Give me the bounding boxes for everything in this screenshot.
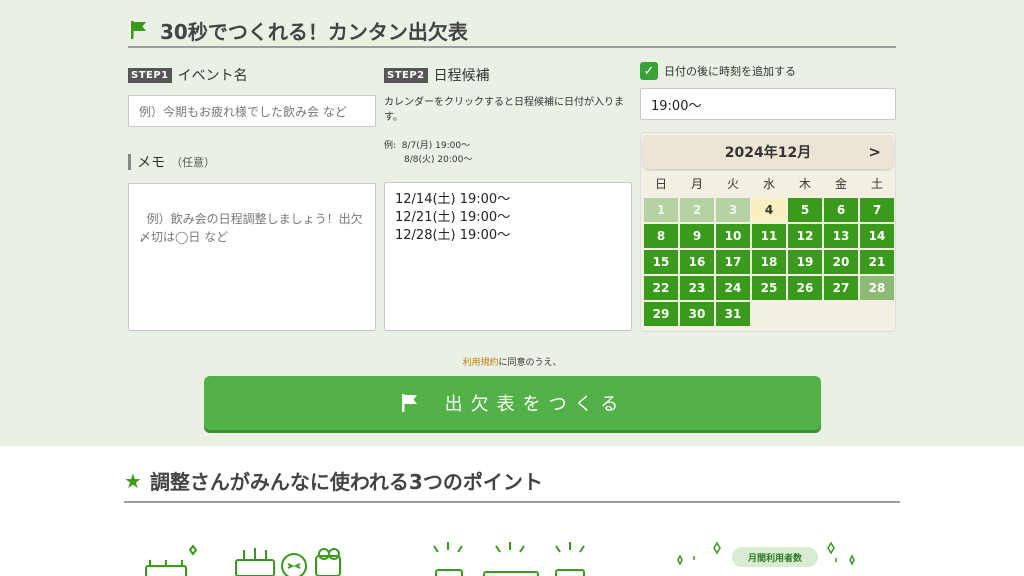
- flag-icon: [399, 392, 421, 414]
- calendar-day[interactable]: 30: [680, 302, 714, 326]
- weekday-label: 火: [726, 177, 739, 191]
- step2-label: STEP2 日程候補: [384, 65, 490, 85]
- calendar-day[interactable]: 11: [752, 224, 786, 248]
- calendar-day: 1: [644, 198, 678, 222]
- weekday-label: 水: [762, 177, 775, 191]
- points-title-text: 調整さんがみんなに使われる3つのポイント: [149, 470, 543, 494]
- calendar-day[interactable]: 9: [680, 224, 714, 248]
- calendar-day[interactable]: 18: [752, 250, 786, 274]
- next-month-button[interactable]: >: [868, 143, 881, 161]
- calendar-day: 2: [680, 198, 714, 222]
- calendar-day: 3: [716, 198, 750, 222]
- candidates-textarea[interactable]: 12/14(土) 19:00〜 12/21(土) 19:00〜 12/28(土)…: [384, 182, 632, 331]
- memo-placeholder: 例）飲み会の日程調整しましょう！出欠〆切は◯日 など: [139, 212, 363, 244]
- calendar-day[interactable]: 23: [680, 276, 714, 300]
- page-title: 30秒でつくれる！カンタン出欠表: [128, 14, 896, 48]
- star-icon: ★: [124, 468, 142, 493]
- calendar-day[interactable]: 12: [788, 224, 822, 248]
- calendar-day[interactable]: 26: [788, 276, 822, 300]
- calendar-day[interactable]: 6: [824, 198, 858, 222]
- memo-optional: （任意）: [171, 156, 215, 169]
- event-name-input[interactable]: 例）今期もお疲れ様でした飲み会 など: [128, 95, 376, 127]
- calendar-day[interactable]: 17: [716, 250, 750, 274]
- calendar-day[interactable]: 22: [644, 276, 678, 300]
- calendar-day[interactable]: 21: [860, 250, 894, 274]
- calendar-day[interactable]: 15: [644, 250, 678, 274]
- step2-title: 日程候補: [433, 68, 490, 84]
- weekday-label: 土: [870, 177, 883, 191]
- memo-label: メモ （任意）: [128, 152, 215, 172]
- calendar-day[interactable]: 31: [716, 302, 750, 326]
- time-checkbox[interactable]: ✓: [640, 62, 658, 80]
- calendar-day[interactable]: 4: [752, 198, 786, 222]
- event-name-placeholder: 例）今期もお疲れ様でした飲み会 など: [139, 104, 347, 119]
- calendar-day[interactable]: 19: [788, 250, 822, 274]
- create-table-button[interactable]: 出欠表をつくる: [204, 376, 821, 430]
- calendar-day[interactable]: 16: [680, 250, 714, 274]
- step1-label: STEP1 イベント名: [128, 65, 248, 85]
- calendar-day[interactable]: 13: [824, 224, 858, 248]
- example-line2: 8/8(火) 20:00〜: [404, 155, 473, 165]
- memo-textarea[interactable]: 例）飲み会の日程調整しましょう！出欠〆切は◯日 など: [128, 183, 376, 331]
- step2-example: 例: 8/7(月) 19:00〜 8/8(火) 20:00〜: [384, 139, 472, 167]
- weekday-label: 金: [834, 177, 847, 191]
- memo-bar: [128, 154, 131, 170]
- calendar-day[interactable]: 27: [824, 276, 858, 300]
- weekday-label: 木: [798, 177, 811, 191]
- calendar-day[interactable]: 10: [716, 224, 750, 248]
- days-grid: 1 2 3 4 5 6 7 8 9 10 11 12 13 14 15 16 17 18 19 20 21 22 23 24 2…: [643, 197, 895, 327]
- step2-badge: STEP2: [384, 67, 428, 83]
- step2-description: カレンダーをクリックすると日程候補に日付が入ります。: [384, 97, 624, 123]
- time-input[interactable]: 19:00〜: [640, 88, 896, 120]
- step1-badge: STEP1: [128, 67, 172, 83]
- weekday-row: 日月火水木金土: [643, 175, 895, 192]
- time-option[interactable]: ✓ 日付の後に時刻を追加する: [640, 62, 796, 80]
- calendar-day[interactable]: 28: [860, 276, 894, 300]
- flag-icon: [128, 19, 150, 41]
- party-illustration: [145, 544, 341, 576]
- weekday-label: 月: [690, 177, 703, 191]
- weekday-label: 日: [654, 177, 667, 191]
- calendar-month: 2024年12月: [724, 145, 812, 161]
- example-line1: 8/7(月) 19:00〜: [401, 141, 471, 151]
- time-value: 19:00〜: [651, 98, 702, 114]
- step1-title: イベント名: [177, 68, 248, 84]
- calendar-day[interactable]: 25: [752, 276, 786, 300]
- calendar-day[interactable]: 5: [788, 198, 822, 222]
- calendar: 2024年12月 > 日月火水木金土 1 2 3 4 5 6 7 8 9 10 11 12 13 14 15…: [640, 132, 896, 332]
- time-option-label: 日付の後に時刻を追加する: [664, 65, 796, 78]
- page-title-text: 30秒でつくれる！カンタン出欠表: [160, 19, 468, 44]
- example-prefix: 例:: [384, 141, 397, 151]
- calendar-day[interactable]: 24: [716, 276, 750, 300]
- monthly-users-badge: 月間利用者数: [732, 547, 818, 567]
- terms-text: に同意のうえ、: [498, 358, 562, 368]
- calendar-day[interactable]: 8: [644, 224, 678, 248]
- points-title: ★ 調整さんがみんなに使われる3つのポイント: [124, 466, 900, 503]
- calendar-header: 2024年12月 >: [643, 135, 893, 169]
- calendar-day[interactable]: 7: [860, 198, 894, 222]
- terms-notice: 利用規約に同意のうえ、: [0, 355, 1024, 368]
- calendar-illustration: [433, 542, 585, 576]
- calendar-day[interactable]: 29: [644, 302, 678, 326]
- memo-title: メモ: [137, 155, 165, 171]
- calendar-day[interactable]: 20: [824, 250, 858, 274]
- create-button-label: 出欠表をつくる: [444, 394, 627, 415]
- calendar-day[interactable]: 14: [860, 224, 894, 248]
- terms-link[interactable]: 利用規約: [462, 358, 498, 368]
